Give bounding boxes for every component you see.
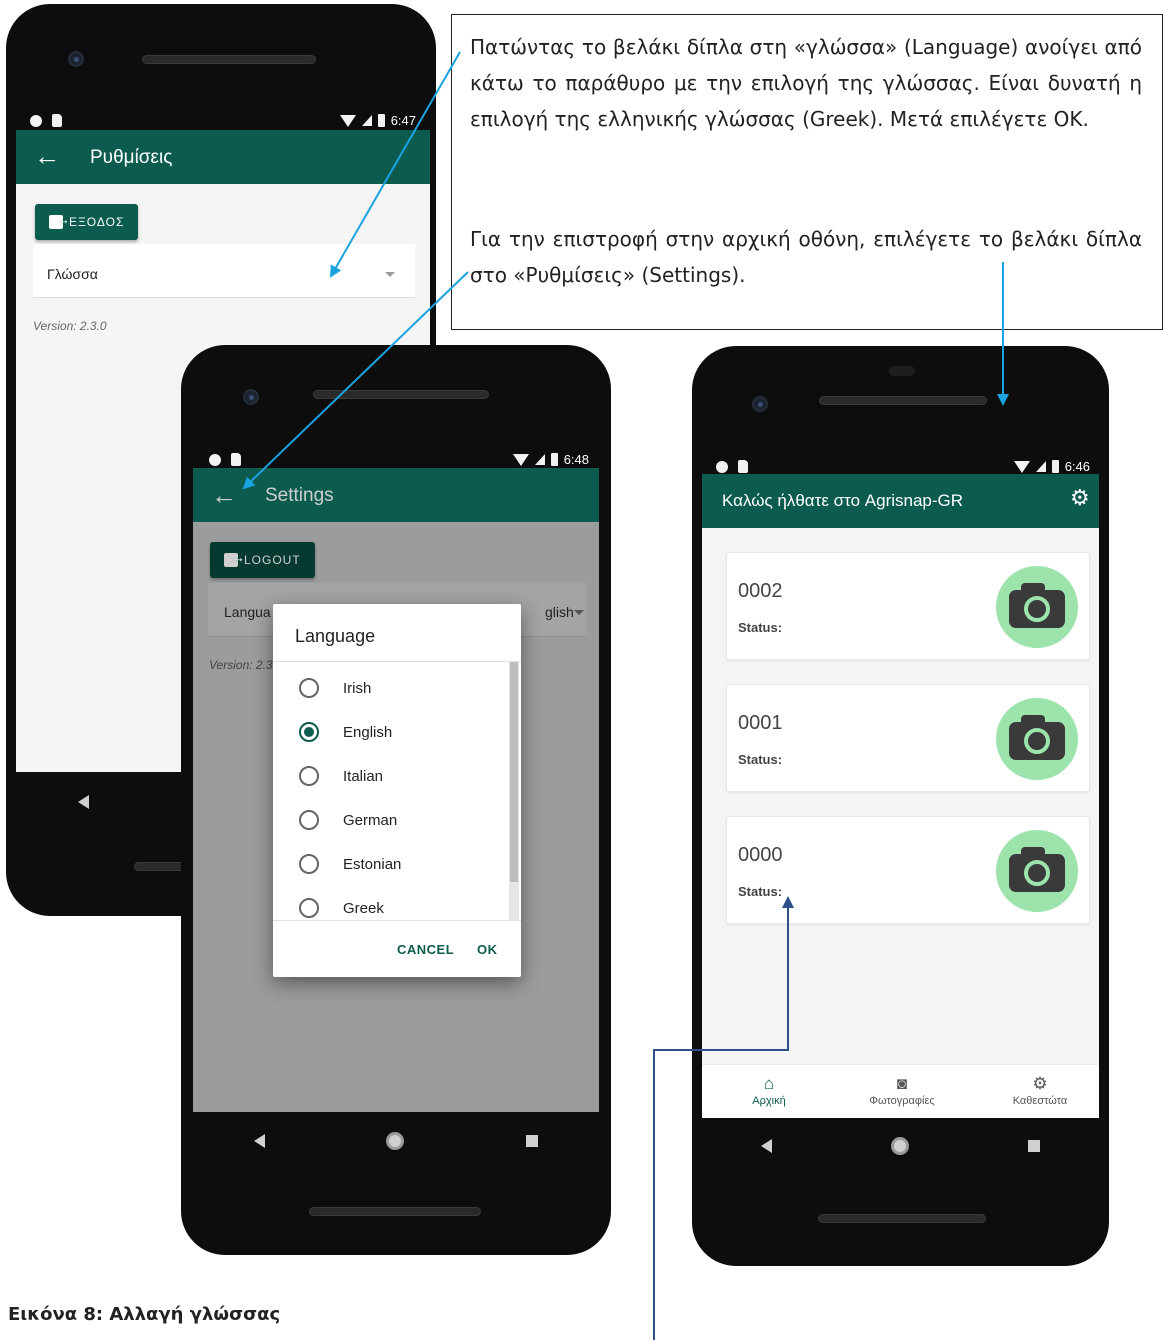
- language-option[interactable]: Italian: [273, 754, 509, 798]
- figure-caption: Εικόνα 8: Αλλαγή γλώσσας: [8, 1304, 281, 1325]
- front-camera: [752, 396, 768, 412]
- system-nav-bar: [193, 1112, 599, 1170]
- card-status: Status:: [738, 620, 783, 635]
- gear-icon[interactable]: ⚙: [1070, 487, 1090, 509]
- front-camera: [243, 389, 259, 405]
- camera-icon[interactable]: [996, 698, 1078, 780]
- card-id: 0000: [738, 844, 783, 866]
- card-id: 0002: [738, 580, 783, 602]
- upload-card[interactable]: 0001 Status:: [726, 684, 1090, 792]
- radio-unchecked-icon[interactable]: [299, 854, 319, 874]
- nav-home-icon[interactable]: [890, 1137, 909, 1155]
- card-id: 0001: [738, 712, 783, 734]
- logout-icon: [224, 550, 246, 567]
- speaker-grille: [142, 55, 316, 64]
- bottom-speaker: [818, 1214, 986, 1223]
- divider: [273, 920, 521, 921]
- language-option[interactable]: Estonian: [273, 842, 509, 886]
- upload-card[interactable]: 0000 Status:: [726, 816, 1090, 924]
- dropdown-caret-icon[interactable]: [574, 610, 584, 615]
- radio-unchecked-icon[interactable]: [299, 898, 319, 918]
- instruction-callout: Πατώντας το βελάκι δίπλα στη «γλώσσα» (L…: [451, 14, 1163, 330]
- status-time: 6:46: [1064, 459, 1090, 474]
- nav-recents-icon[interactable]: [1027, 1140, 1040, 1152]
- language-label: Γλώσσα: [47, 266, 98, 282]
- speaker-grille: [313, 390, 489, 399]
- tab-label: Αρχική: [752, 1095, 786, 1107]
- logout-button[interactable]: LOGOUT: [210, 542, 315, 578]
- nav-home-icon[interactable]: [386, 1132, 405, 1150]
- language-option-label: Italian: [343, 767, 384, 785]
- scrollbar-thumb[interactable]: [510, 662, 518, 882]
- logout-label: LOGOUT: [244, 553, 301, 567]
- home-icon: ⌂: [763, 1074, 775, 1093]
- dialog-scrollbar[interactable]: [509, 662, 519, 920]
- version-text: Version: 2.3.0: [33, 319, 107, 333]
- camera-icon[interactable]: [996, 566, 1078, 648]
- version-text: Version: 2.3: [209, 658, 273, 672]
- language-dialog: Language Irish English Italian German Estoni…: [273, 604, 521, 977]
- language-value: glish: [545, 604, 574, 620]
- proximity-sensor: [889, 366, 915, 376]
- language-option[interactable]: English: [273, 710, 509, 754]
- language-preference[interactable]: Γλώσσα: [33, 244, 415, 298]
- bottom-tab-bar: ⌂ Αρχική ◙ Φωτογραφίες ⚙ Καθεστώτα: [702, 1064, 1099, 1118]
- dropdown-caret-icon[interactable]: [385, 272, 395, 277]
- radio-unchecked-icon[interactable]: [299, 810, 319, 830]
- app-bar: Καλώς ήλθατε στο Agrisnap-GR ⚙: [702, 474, 1099, 528]
- dialog-title: Language: [295, 626, 376, 646]
- page-title: Ρυθμίσεις: [90, 147, 173, 168]
- language-option-label: Greek: [343, 899, 384, 917]
- gear-icon: ⚙: [1032, 1074, 1048, 1093]
- callout-paragraph-2: Για την επιστροφή στην αρχική οθόνη, επι…: [470, 227, 1142, 287]
- upload-card[interactable]: 0002 Status:: [726, 552, 1090, 660]
- nav-back-icon[interactable]: [78, 795, 90, 809]
- language-option-label: English: [343, 723, 393, 741]
- phone-english-settings: 6:48 ← Settings LOGOUT Langua glish Vers…: [181, 345, 611, 1255]
- divider: [273, 661, 521, 662]
- language-option-label: Irish: [343, 679, 372, 697]
- ok-button[interactable]: OK: [477, 942, 498, 957]
- language-option-label: Estonian: [343, 855, 402, 873]
- radio-unchecked-icon[interactable]: [299, 678, 319, 698]
- bottom-speaker: [309, 1207, 481, 1216]
- radio-checked-icon[interactable]: [299, 722, 319, 742]
- tab-statuses[interactable]: ⚙ Καθεστώτα: [990, 1065, 1090, 1117]
- tab-home[interactable]: ⌂ Αρχική: [724, 1065, 814, 1117]
- language-option-label: German: [343, 811, 398, 829]
- language-label: Langua: [224, 604, 271, 620]
- arrow-left-icon[interactable]: ←: [211, 482, 237, 508]
- page-title: Settings: [265, 485, 334, 506]
- status-time: 6:48: [563, 452, 589, 467]
- exit-label: ΕΞΟΔΟΣ: [69, 215, 125, 229]
- callout-paragraph-1: Πατώντας το βελάκι δίπλα στη «γλώσσα» (L…: [470, 35, 1142, 131]
- radio-unchecked-icon[interactable]: [299, 766, 319, 786]
- card-status: Status:: [738, 752, 783, 767]
- tab-label: Φωτογραφίες: [869, 1095, 935, 1107]
- nav-back-icon[interactable]: [761, 1139, 773, 1153]
- cancel-button[interactable]: CANCEL: [397, 942, 454, 957]
- phone-home: 6:46 Καλώς ήλθατε στο Agrisnap-GR ⚙ 0002…: [692, 346, 1109, 1266]
- nav-recents-icon[interactable]: [526, 1135, 539, 1147]
- system-nav-bar: [702, 1118, 1099, 1174]
- app-bar: ← Settings: [193, 468, 599, 522]
- camera-icon[interactable]: [996, 830, 1078, 912]
- status-time: 6:47: [390, 113, 416, 128]
- app-bar: ← Ρυθμίσεις: [16, 130, 430, 184]
- arrow-left-icon[interactable]: ←: [34, 143, 60, 169]
- language-option[interactable]: German: [273, 798, 509, 842]
- language-option[interactable]: Greek: [273, 886, 509, 930]
- page-title: Καλώς ήλθατε στο Agrisnap-GR: [722, 491, 964, 510]
- logout-icon: [49, 212, 71, 229]
- card-status: Status:: [738, 884, 783, 899]
- nav-back-icon[interactable]: [253, 1134, 265, 1148]
- tab-label: Καθεστώτα: [1012, 1095, 1068, 1107]
- exit-button[interactable]: ΕΞΟΔΟΣ: [35, 204, 139, 240]
- speaker-grille: [819, 396, 987, 405]
- language-option[interactable]: Irish: [273, 666, 509, 710]
- front-camera: [68, 51, 84, 67]
- camera-icon: ◙: [896, 1074, 908, 1093]
- tab-photos[interactable]: ◙ Φωτογραφίες: [852, 1065, 952, 1117]
